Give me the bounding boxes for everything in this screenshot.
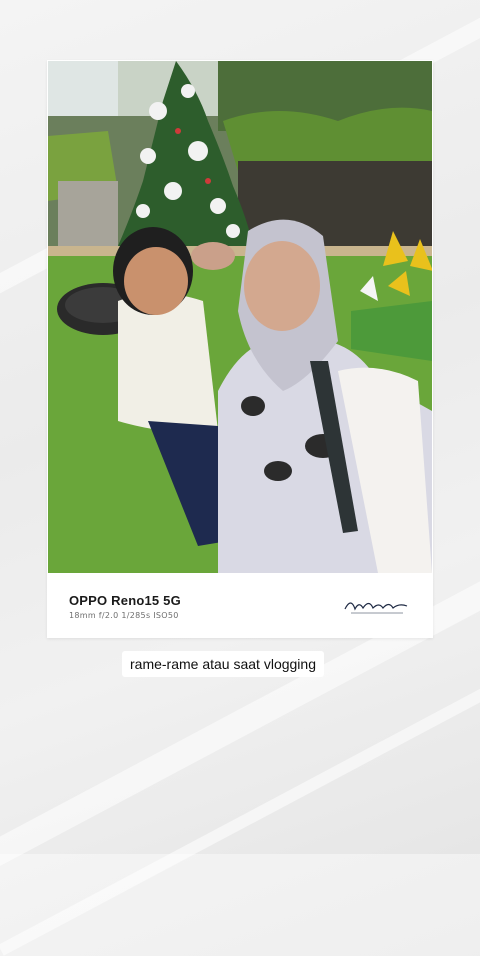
video-caption: rame-rame atau saat vlogging bbox=[122, 651, 324, 677]
photo-card: OPPO Reno15 5G 18mm f/2.0 1/285s ISO50 bbox=[47, 60, 433, 638]
photographer-signature-logo bbox=[344, 602, 408, 614]
shot-specs: 18mm f/2.0 1/285s ISO50 bbox=[69, 611, 179, 620]
device-name: OPPO Reno15 5G bbox=[69, 593, 181, 608]
photo-watermark-bar: OPPO Reno15 5G 18mm f/2.0 1/285s ISO50 bbox=[47, 573, 433, 638]
photo-illustration bbox=[48, 61, 432, 573]
selfie-photo bbox=[48, 61, 432, 573]
